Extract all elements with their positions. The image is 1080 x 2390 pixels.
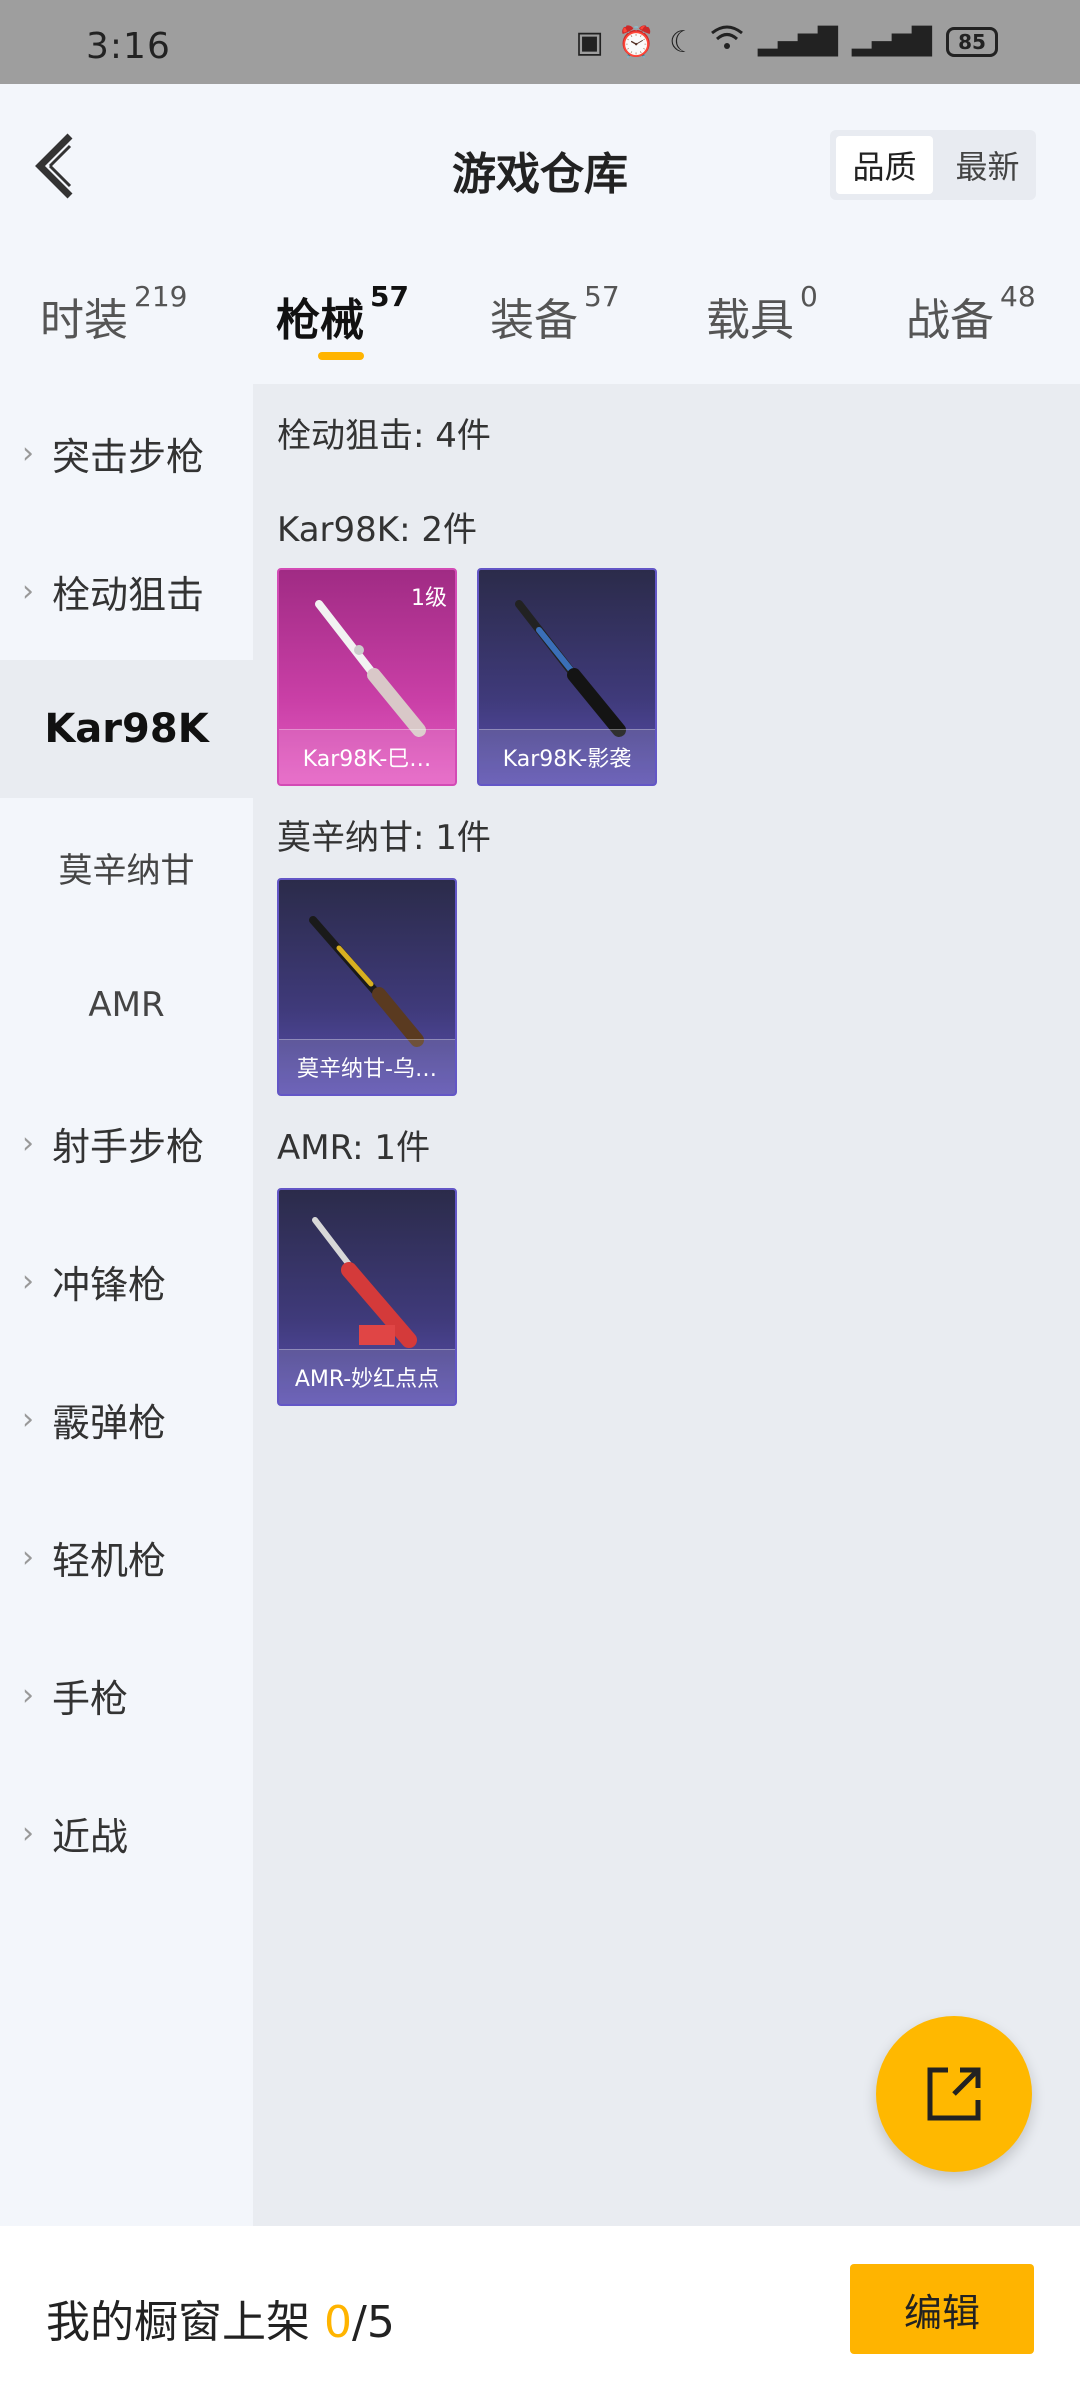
sidebar-item-label: 霰弹枪 <box>52 1400 167 1445</box>
sidebar-item-label: 手枪 <box>52 1676 129 1721</box>
sidebar-item-shotgun[interactable]: › 霰弹枪 <box>0 1350 253 1488</box>
tab-vehicles[interactable]: 载具 0 <box>706 280 818 348</box>
tab-label: 装备 <box>490 295 578 346</box>
item-card-amr-1[interactable]: AMR-妙红点点 <box>277 1188 457 1406</box>
chevron-down-icon: › <box>22 573 34 609</box>
sidebar-item-lmg[interactable]: › 轻机枪 <box>0 1488 253 1626</box>
share-external-icon <box>927 2067 981 2121</box>
item-card-kar98k-2[interactable]: Kar98K-影袭 <box>477 568 657 786</box>
sidebar: › 突击步枪 › 栓动狙击 Kar98K 莫辛纳甘 AMR › 射手步枪 › 冲锋枪 ›… <box>0 384 253 2226</box>
chevron-right-icon: › <box>22 1815 34 1851</box>
sidebar-item-label: 栓动狙击 <box>52 572 205 617</box>
chevron-right-icon: › <box>22 1539 34 1575</box>
showcase-current: 0 <box>324 2297 352 2348</box>
sidebar-item-bolt-sniper[interactable]: › 栓动狙击 <box>0 522 253 660</box>
moon-icon: ☾ <box>669 24 697 60</box>
alarm-icon: ⏰ <box>617 24 656 60</box>
item-name: AMR-妙红点点 <box>279 1349 455 1404</box>
header: 游戏仓库 品质 最新 <box>0 84 1080 244</box>
chevron-right-icon: › <box>22 1125 34 1161</box>
group-title-mosin: 莫辛纳甘: 1件 <box>277 818 491 858</box>
tab-label: 战备 <box>906 295 994 346</box>
tab-count: 0 <box>800 280 818 313</box>
item-level-badge: 1级 <box>411 586 447 611</box>
showcase-label: 我的橱窗上架 <box>46 2297 310 2348</box>
sidebar-item-label: 突击步枪 <box>52 434 205 479</box>
sidebar-item-label: 轻机枪 <box>52 1538 167 1583</box>
item-list: 栓动狙击: 4件 Kar98K: 2件 1级 Kar98K-巳… Kar98K-… <box>253 384 1080 2226</box>
sidebar-subitem-amr[interactable]: AMR <box>0 936 253 1074</box>
group-title-kar98k: Kar98K: 2件 <box>277 510 477 550</box>
item-card-kar98k-1[interactable]: 1级 Kar98K-巳… <box>277 568 457 786</box>
battery-icon: 85 <box>946 27 998 57</box>
chevron-right-icon: › <box>22 1401 34 1437</box>
nfc-icon: ▣ <box>575 24 604 60</box>
tab-label: 枪械 <box>276 295 364 346</box>
tab-label: 时装 <box>40 295 128 346</box>
sidebar-item-smg[interactable]: › 冲锋枪 <box>0 1212 253 1350</box>
tab-count: 57 <box>370 280 409 313</box>
category-tabs: 时装 219 枪械 57 装备 57 载具 0 战备 48 <box>0 250 1080 380</box>
tab-supplies[interactable]: 战备 48 <box>906 280 1036 348</box>
item-name: Kar98K-巳… <box>279 729 455 784</box>
showcase-status: 我的橱窗上架 0/5 <box>46 2286 395 2350</box>
sidebar-subitem-kar98k[interactable]: Kar98K <box>0 660 253 798</box>
tab-count: 219 <box>134 280 188 313</box>
sort-newest-button[interactable]: 最新 <box>939 130 1036 200</box>
tab-guns[interactable]: 枪械 57 <box>276 280 409 348</box>
sidebar-item-marksman-rifle[interactable]: › 射手步枪 <box>0 1074 253 1212</box>
wifi-icon <box>710 24 744 60</box>
signal-icon-2: ▂▄▆█ <box>852 27 932 57</box>
chevron-right-icon: › <box>22 435 34 471</box>
sidebar-item-melee[interactable]: › 近战 <box>0 1764 253 1902</box>
active-tab-indicator <box>318 352 364 360</box>
category-title: 栓动狙击: 4件 <box>277 416 491 456</box>
sort-quality-button[interactable]: 品质 <box>836 136 933 194</box>
item-name: 莫辛纳甘-乌… <box>279 1039 455 1094</box>
edit-button[interactable]: 编辑 <box>850 2264 1034 2354</box>
sidebar-item-label: 射手步枪 <box>52 1124 205 1169</box>
tab-count: 57 <box>584 280 620 313</box>
tab-count: 48 <box>1000 280 1036 313</box>
share-fab-button[interactable] <box>876 2016 1032 2172</box>
signal-icon-1: ▂▄▆█ <box>758 27 839 57</box>
sidebar-item-label: 冲锋枪 <box>52 1262 167 1307</box>
chevron-right-icon: › <box>22 1263 34 1299</box>
bottom-bar: 我的橱窗上架 0/5 编辑 <box>0 2226 1080 2390</box>
chevron-right-icon: › <box>22 1677 34 1713</box>
item-name: Kar98K-影袭 <box>479 729 655 784</box>
showcase-total: /5 <box>352 2297 395 2348</box>
sidebar-subitem-mosin[interactable]: 莫辛纳甘 <box>0 798 253 936</box>
sidebar-item-assault-rifle[interactable]: › 突击步枪 <box>0 384 253 522</box>
tab-label: 载具 <box>706 295 794 346</box>
sidebar-item-pistol[interactable]: › 手枪 <box>0 1626 253 1764</box>
status-bar: 3:16 ▣ ⏰ ☾ ▂▄▆█ ▂▄▆█ 85 <box>0 0 1080 84</box>
item-card-mosin-1[interactable]: 莫辛纳甘-乌… <box>277 878 457 1096</box>
group-title-amr: AMR: 1件 <box>277 1128 431 1168</box>
status-time: 3:16 <box>86 26 171 67</box>
sort-toggle: 品质 最新 <box>830 130 1036 200</box>
tab-equipment[interactable]: 装备 57 <box>490 280 620 348</box>
status-icons: ▣ ⏰ ☾ ▂▄▆█ ▂▄▆█ 85 <box>575 24 998 60</box>
sidebar-item-label: 近战 <box>52 1814 129 1859</box>
tab-fashion[interactable]: 时装 219 <box>40 280 187 348</box>
